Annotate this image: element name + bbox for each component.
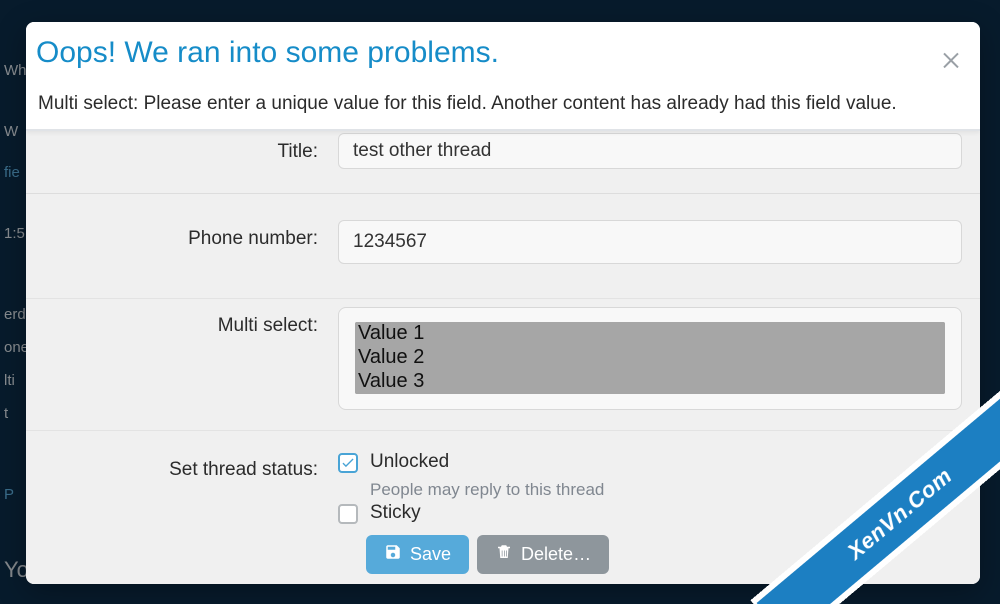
multiselect-wrap: Value 1Value 2Value 3 <box>338 307 962 410</box>
error-message: Multi select: Please enter a unique valu… <box>26 80 980 130</box>
checkbox-unlocked[interactable]: Unlocked <box>338 451 962 473</box>
checkbox-sticky[interactable]: Sticky <box>338 502 962 524</box>
title-label: Title: <box>26 133 338 163</box>
multiselect-input[interactable]: Value 1Value 2Value 3 <box>355 322 945 394</box>
save-button[interactable]: Save <box>366 535 469 574</box>
sticky-label: Sticky <box>370 502 421 524</box>
phone-input[interactable] <box>338 220 962 264</box>
unlocked-help: People may reply to this thread <box>370 479 962 502</box>
multiselect-label: Multi select: <box>26 307 338 337</box>
edit-thread-modal: Oops! We ran into some problems. Multi s… <box>26 22 980 584</box>
trash-icon <box>495 543 513 566</box>
title-input[interactable] <box>338 133 962 169</box>
unlocked-label: Unlocked <box>370 451 449 473</box>
check-icon <box>338 453 358 473</box>
field-row-phone: Phone number: <box>26 194 980 299</box>
modal-header: Oops! We ran into some problems. Multi s… <box>26 22 980 131</box>
phone-label: Phone number: <box>26 220 338 250</box>
field-row-title: Title: <box>26 131 980 194</box>
modal-title: Oops! We ran into some problems. <box>26 22 980 80</box>
status-label: Set thread status: <box>26 451 338 481</box>
modal-body: Title: Phone number: Multi select: Value… <box>26 131 980 525</box>
save-button-label: Save <box>410 544 451 565</box>
save-icon <box>384 543 402 566</box>
field-row-status: Set thread status: Unlocked People may r… <box>26 431 980 525</box>
delete-button[interactable]: Delete… <box>477 535 609 574</box>
field-row-multiselect: Multi select: Value 1Value 2Value 3 <box>26 299 980 431</box>
delete-button-label: Delete… <box>521 544 591 565</box>
modal-footer: Save Delete… <box>26 525 980 584</box>
checkbox-icon <box>338 504 358 524</box>
close-icon[interactable] <box>936 44 966 74</box>
